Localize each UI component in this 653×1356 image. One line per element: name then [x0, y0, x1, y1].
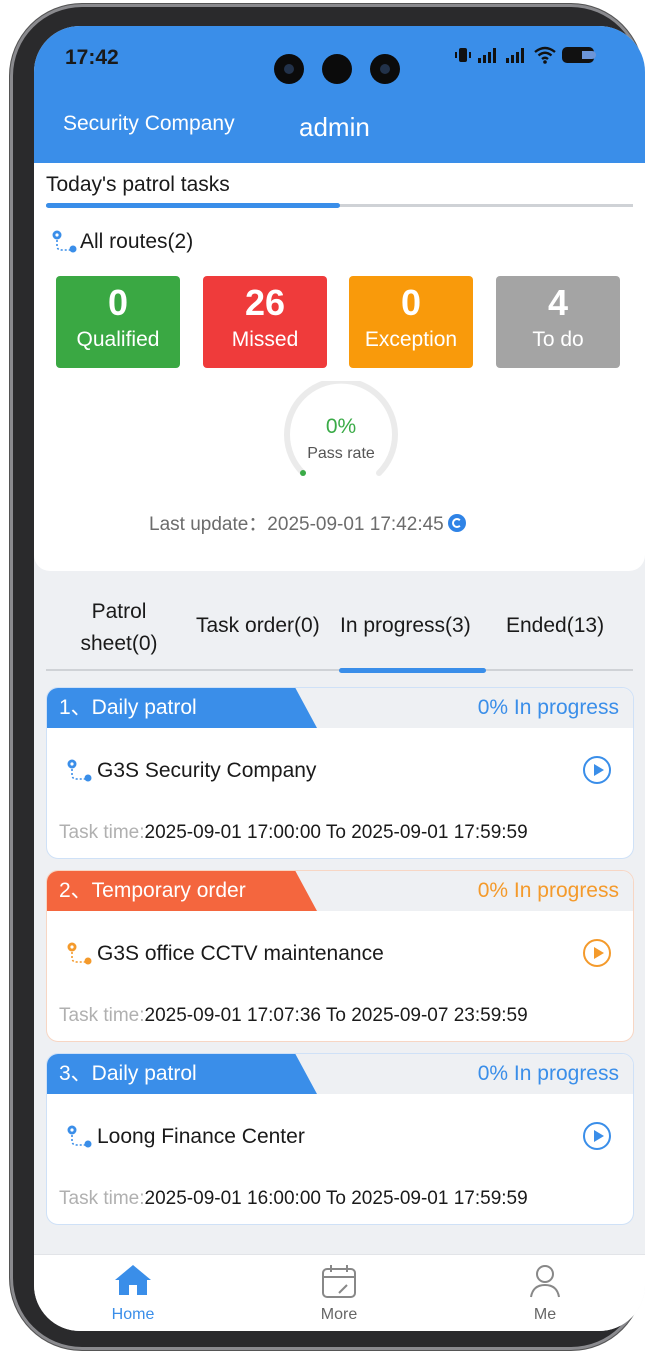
stat-label: Qualified: [76, 328, 160, 351]
stat-label: To do: [532, 328, 584, 351]
play-icon[interactable]: [583, 939, 611, 967]
task-title: 3、Daily patrol: [47, 1054, 317, 1094]
task-card[interactable]: 3、Daily patrol 0% In progress Loong Fina…: [46, 1053, 634, 1225]
route-icon: [67, 759, 92, 782]
nav-me[interactable]: Me: [485, 1255, 605, 1324]
nav-me-label: Me: [533, 1306, 557, 1323]
cellular-signal-icon: [478, 47, 500, 63]
task-site: G3S Security Company: [63, 758, 316, 784]
stat-label: Missed: [231, 328, 299, 351]
stat-label: Exception: [364, 328, 458, 351]
task-progress: 0% In progress: [477, 879, 619, 902]
task-site-name: G3S office CCTV maintenance: [97, 942, 384, 965]
wifi-icon: [534, 46, 556, 64]
routes-selector[interactable]: All routes(2): [50, 229, 193, 255]
app-header: 17:42 Security Company admin: [34, 26, 645, 163]
task-title: 1、Daily patrol: [47, 688, 317, 728]
front-camera-icon: [274, 54, 304, 84]
task-time-value: 2025-09-01 17:07:36 To 2025-09-07 23:59:…: [144, 1005, 528, 1026]
pass-rate-label: Pass rate: [307, 445, 375, 462]
pass-rate-gauge: 0% Pass rate: [281, 377, 401, 491]
task-header: 3、Daily patrol 0% In progress: [47, 1054, 633, 1094]
stat-qualified[interactable]: 0 Qualified: [56, 276, 180, 368]
stat-todo[interactable]: 4 To do: [496, 276, 620, 368]
task-progress: 0% In progress: [477, 1062, 619, 1085]
stat-value: 4: [547, 282, 569, 323]
tab-label: Patrol: [91, 600, 147, 623]
task-time-label: Task time:: [59, 822, 145, 843]
summary-card: Today's patrol tasks All routes(2) 0 Qua…: [34, 163, 645, 571]
task-header: 1、Daily patrol 0% In progress: [47, 688, 633, 728]
front-camera-icon: [370, 54, 400, 84]
task-time-value: 2025-09-01 17:00:00 To 2025-09-01 17:59:…: [144, 822, 528, 843]
play-icon[interactable]: [583, 756, 611, 784]
last-update: Last update：2025-09-01 17:42:45: [149, 509, 466, 536]
task-header: 2、Temporary order 0% In progress: [47, 871, 633, 911]
play-icon[interactable]: [583, 1122, 611, 1150]
task-site: Loong Finance Center: [63, 1124, 305, 1150]
task-tabs: Patrol sheet(0) Task order(0) In progres…: [46, 586, 633, 673]
stat-value: 26: [244, 282, 286, 323]
company-name: Security Company: [63, 112, 235, 135]
app-screen: 17:42 Security Company admin Today's pat…: [34, 26, 645, 1331]
task-time-label: Task time:: [59, 1005, 145, 1026]
route-icon: [52, 230, 77, 253]
task-site: G3S office CCTV maintenance: [63, 941, 384, 967]
tab-in-progress[interactable]: In progress(3): [340, 614, 471, 638]
last-update-text: Last update：2025-09-01 17:42:45: [149, 514, 444, 535]
cellular-signal-icon: [506, 47, 528, 63]
nav-home[interactable]: Home: [73, 1255, 193, 1324]
stat-missed[interactable]: 26 Missed: [203, 276, 327, 368]
tab-patrol-sheet[interactable]: Patrol sheet(0): [54, 596, 184, 660]
nav-more-label: More: [320, 1306, 358, 1323]
bottom-nav: Home More Me: [34, 1254, 645, 1331]
task-card[interactable]: 1、Daily patrol 0% In progress G3S Securi…: [46, 687, 634, 859]
user-icon: [530, 1265, 560, 1298]
nav-home-label: Home: [111, 1306, 155, 1323]
battery-icon: [562, 47, 596, 63]
front-sensor-icon: [322, 54, 352, 84]
tab-task-order[interactable]: Task order(0): [196, 614, 320, 638]
tab-indicator: [339, 668, 486, 673]
stat-exception[interactable]: 0 Exception: [349, 276, 473, 368]
home-icon: [115, 1265, 151, 1295]
today-tab-indicator: [46, 203, 340, 208]
nav-more[interactable]: More: [279, 1255, 399, 1324]
task-title: 2、Temporary order: [47, 871, 317, 911]
task-site-name: G3S Security Company: [97, 759, 317, 782]
task-time-label: Task time:: [59, 1188, 145, 1209]
task-progress: 0% In progress: [477, 696, 619, 719]
status-icons: [454, 46, 596, 64]
tab-ended[interactable]: Ended(13): [506, 614, 604, 638]
user-name: admin: [299, 112, 370, 142]
stat-value: 0: [107, 282, 129, 323]
task-time: Task time:2025-09-01 17:00:00 To 2025-09…: [59, 822, 528, 844]
today-tasks-title: Today's patrol tasks: [46, 173, 230, 196]
routes-label: All routes(2): [80, 230, 194, 253]
task-time: Task time:2025-09-01 17:07:36 To 2025-09…: [59, 1005, 528, 1027]
calendar-icon: [322, 1265, 356, 1298]
status-time: 17:42: [65, 46, 119, 69]
tab-label: sheet(0): [80, 632, 158, 655]
task-time: Task time:2025-09-01 16:00:00 To 2025-09…: [59, 1188, 528, 1210]
vibrate-icon: [455, 48, 471, 62]
refresh-icon[interactable]: [447, 513, 466, 532]
task-site-name: Loong Finance Center: [97, 1125, 305, 1148]
stat-value: 0: [400, 282, 422, 323]
route-icon: [67, 942, 92, 965]
task-time-value: 2025-09-01 16:00:00 To 2025-09-01 17:59:…: [144, 1188, 528, 1209]
task-card[interactable]: 2、Temporary order 0% In progress G3S off…: [46, 870, 634, 1042]
pass-rate-value: 0%: [325, 415, 357, 438]
route-icon: [67, 1125, 92, 1148]
